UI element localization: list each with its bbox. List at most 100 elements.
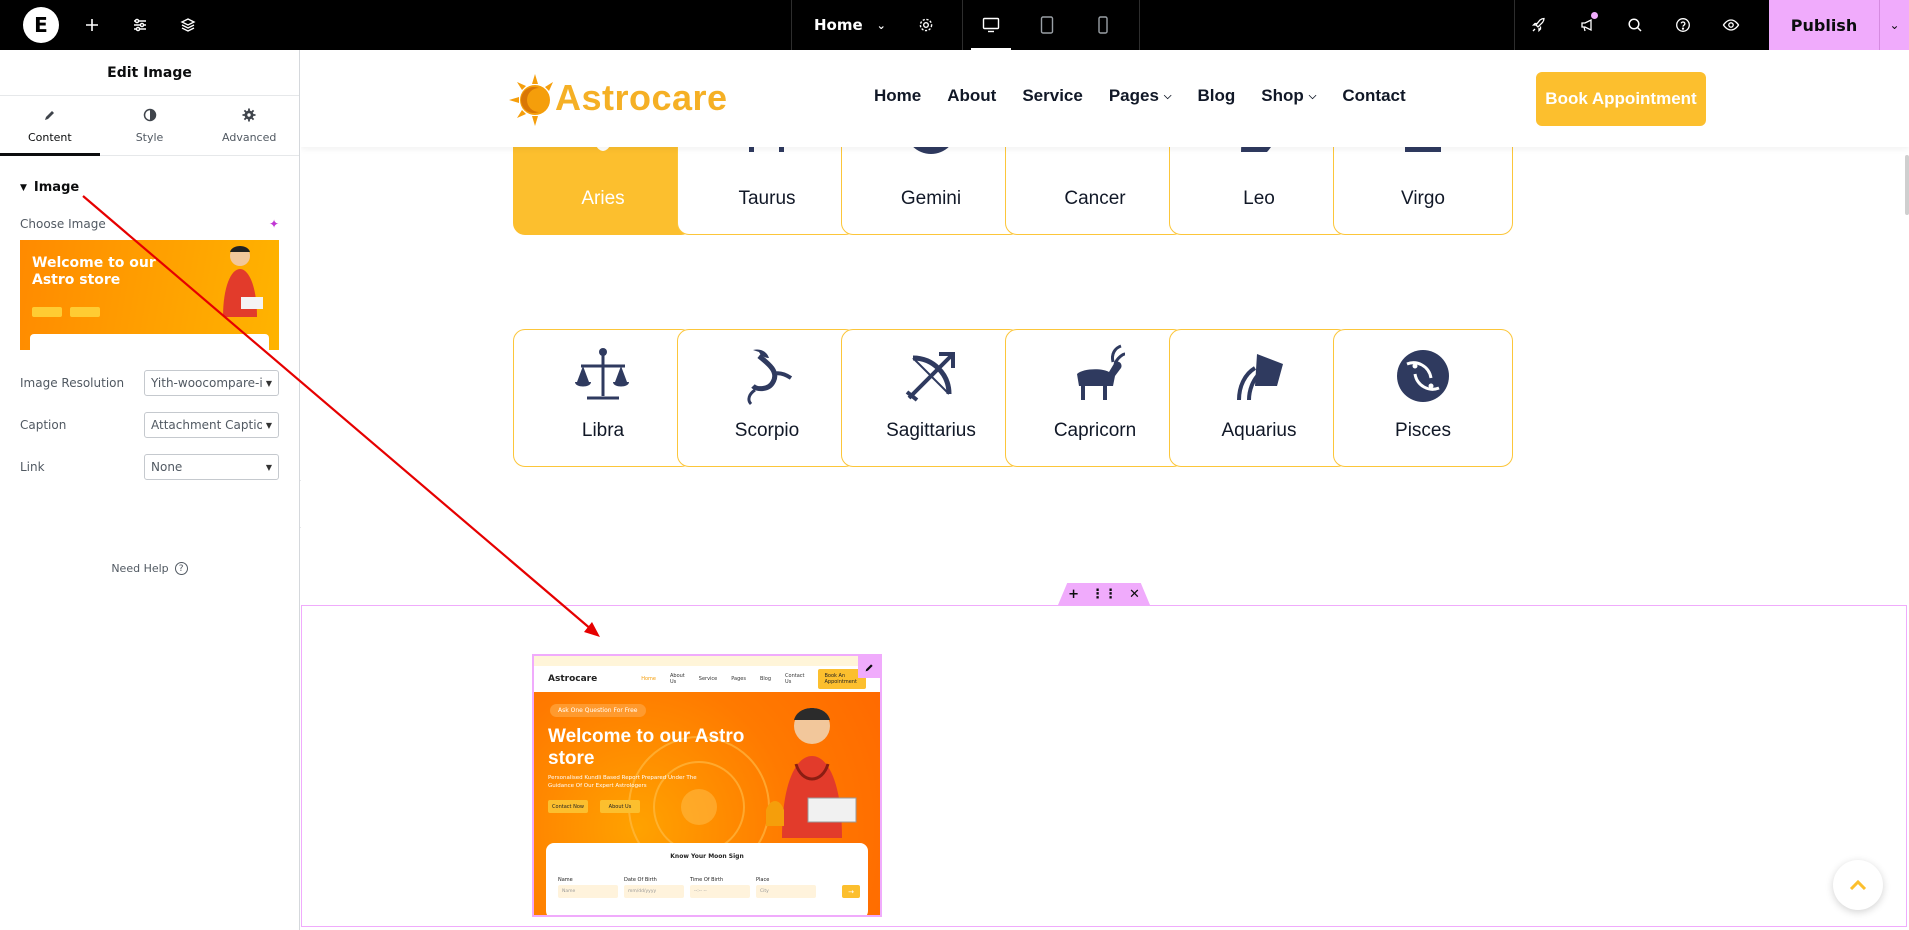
search-icon[interactable]: [1611, 0, 1659, 50]
zodiac-name: Taurus: [738, 188, 796, 209]
nav-blog[interactable]: Blog: [1198, 86, 1236, 106]
tablet-icon[interactable]: [1019, 0, 1075, 50]
sliders-icon[interactable]: [116, 0, 164, 50]
zodiac-name: Leo: [1243, 188, 1275, 209]
image-resolution-select[interactable]: Yith-woocompare-image ▼: [144, 370, 279, 396]
preview-moon-card: Know Your Moon Sign Name Date Of Birth T…: [546, 843, 868, 915]
select-value: None: [151, 460, 183, 474]
thumb-title: Welcome to our Astro store: [32, 255, 156, 288]
gear-icon[interactable]: [908, 0, 944, 50]
preview-nav: Astrocare Home About Us Service Pages Bl…: [534, 666, 880, 692]
layers-icon[interactable]: [164, 0, 212, 50]
book-appointment-button[interactable]: Book Appointment: [1536, 72, 1706, 126]
nav-label: About: [947, 86, 997, 105]
control-image-resolution: Image Resolution Yith-woocompare-image ▼: [20, 362, 279, 404]
zodiac-name: Libra: [581, 420, 625, 441]
main-nav: Home About Service Pages ⌵ Blog Shop ⌵ Con…: [874, 86, 1432, 106]
panel-title: Edit Image: [0, 50, 299, 96]
chevron-up-icon: [1849, 879, 1867, 891]
help-icon[interactable]: [1659, 0, 1707, 50]
help-icon: ?: [174, 562, 188, 575]
site-header: Astrocare Home About Service Pages ⌵ Blog…: [301, 50, 1909, 147]
tab-advanced[interactable]: Advanced: [199, 96, 299, 155]
canvas-scrollbar[interactable]: [1905, 155, 1909, 215]
tab-style[interactable]: Style: [100, 96, 200, 155]
image-widget[interactable]: Astrocare Home About Us Service Pages Bl…: [532, 654, 882, 917]
preview-ask-badge: Ask One Question For Free: [550, 704, 646, 717]
control-caption: Caption Attachment Caption ▼: [20, 404, 279, 446]
nav-service[interactable]: Service: [1022, 86, 1083, 106]
arrow-right-icon: →: [842, 885, 860, 898]
zodiac-name: Cancer: [1064, 188, 1126, 209]
edit-panel: Edit Image Content Style Advanced ▼ Imag…: [0, 50, 300, 930]
half-circle-icon: [143, 108, 157, 126]
section-toggle-image[interactable]: ▼ Image: [20, 180, 279, 195]
plus-icon[interactable]: [68, 0, 116, 50]
pisces-icon: [1397, 350, 1449, 402]
chevron-down-icon[interactable]: ⌄: [1879, 0, 1909, 50]
link-select[interactable]: None ▼: [144, 454, 279, 480]
rocket-icon[interactable]: [1515, 0, 1563, 50]
scroll-to-top-button[interactable]: [1833, 860, 1883, 910]
sagittarius-icon: [905, 352, 955, 402]
zodiac-card-sagittarius[interactable]: Sagittarius: [841, 329, 1021, 467]
nav-about[interactable]: About: [947, 86, 996, 106]
zodiac-card-aquarius[interactable]: Aquarius: [1169, 329, 1349, 467]
section-handle[interactable]: + ⋮⋮ ✕: [1058, 583, 1150, 605]
editor-canvas: Aries Taurus Gemini Cancer Leo Virgo Libra Scor…: [301, 50, 1909, 930]
ai-sparkle-icon[interactable]: ✦: [269, 217, 279, 231]
tab-content[interactable]: Content: [0, 96, 100, 156]
panel-tabs: Content Style Advanced: [0, 96, 299, 156]
preview-logo: Astrocare: [548, 674, 598, 684]
nav-home[interactable]: Home: [874, 86, 921, 106]
page-name: Home: [814, 16, 863, 34]
nav-pages[interactable]: Pages ⌵: [1109, 86, 1172, 106]
astrologer-figure-icon: [223, 246, 263, 317]
chevron-down-icon: ⌵: [1163, 90, 1172, 102]
preview-field-input: City: [756, 885, 816, 898]
elementor-logo-icon[interactable]: E: [23, 7, 59, 43]
nav-label: Pages: [1108, 86, 1159, 105]
preview-field-label: Date Of Birth: [624, 877, 657, 883]
tab-label: Content: [27, 130, 72, 144]
site-logo[interactable]: Astrocare: [509, 58, 728, 138]
divider: [1138, 0, 1140, 50]
publish-button[interactable]: Publish: [1769, 0, 1879, 50]
preview-field-input: --:-- --: [690, 885, 750, 898]
eye-icon[interactable]: [1707, 0, 1755, 50]
zodiac-name: Virgo: [1400, 188, 1445, 209]
close-icon[interactable]: ✕: [1129, 587, 1140, 602]
page-selector[interactable]: Home ⌄: [792, 0, 908, 50]
nav-contact[interactable]: Contact: [1342, 86, 1405, 106]
preview-topbar: [534, 656, 880, 666]
edit-widget-pencil-icon[interactable]: [858, 656, 880, 678]
notification-dot: [1591, 12, 1598, 19]
nav-label: Shop: [1261, 86, 1304, 105]
zodiac-name: Aries: [581, 188, 625, 209]
zodiac-card-capricorn[interactable]: Capricorn: [1005, 329, 1185, 467]
megaphone-icon[interactable]: [1563, 0, 1611, 50]
zodiac-card-scorpio[interactable]: Scorpio: [677, 329, 857, 467]
preview-field-label: Place: [756, 877, 770, 883]
thumb-card: [30, 334, 269, 350]
zodiac-card-libra[interactable]: Libra: [513, 329, 693, 467]
preview-title: Welcome to our Astro store: [548, 726, 745, 769]
image-thumbnail[interactable]: Welcome to our Astro store: [20, 240, 279, 350]
logo-text: Astrocare: [555, 77, 728, 118]
caret-down-icon: ▼: [265, 462, 272, 472]
nav-shop[interactable]: Shop ⌵: [1261, 86, 1316, 106]
pencil-icon: [43, 108, 57, 126]
control-link: Link None ▼: [20, 446, 279, 488]
zodiac-card-pisces[interactable]: Pisces: [1333, 329, 1513, 467]
add-section-icon[interactable]: +: [1068, 587, 1079, 602]
zodiac-name: Gemini: [900, 188, 962, 209]
caption-select[interactable]: Attachment Caption ▼: [144, 412, 279, 438]
drag-handle-icon[interactable]: ⋮⋮: [1091, 587, 1117, 602]
mobile-icon[interactable]: [1075, 0, 1131, 50]
preview-nav-link: Pages: [731, 676, 746, 682]
aquarius-icon: [1237, 354, 1283, 401]
libra-icon: [575, 348, 629, 400]
preview-nav-link: Blog: [759, 676, 772, 682]
need-help-link[interactable]: Need Help ?: [0, 562, 299, 575]
desktop-icon[interactable]: [963, 0, 1019, 50]
